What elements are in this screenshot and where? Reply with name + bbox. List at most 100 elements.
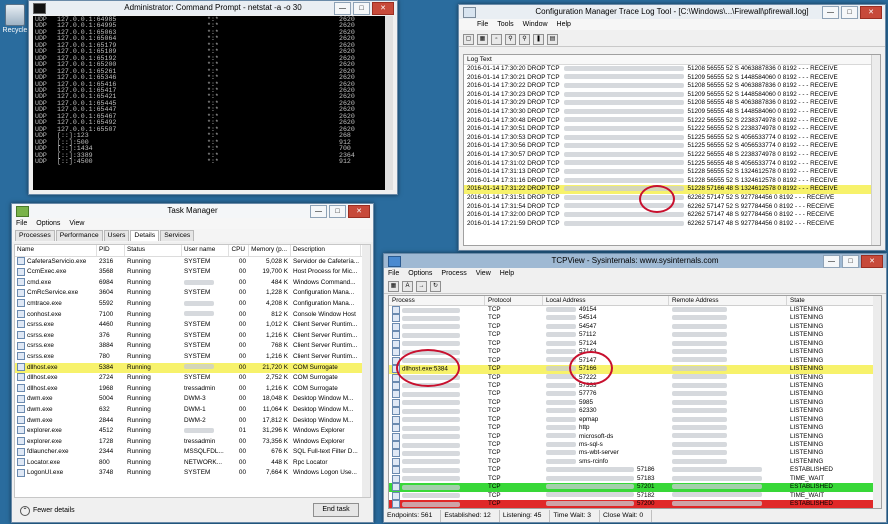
minimize-button[interactable]: — — [823, 255, 840, 268]
task-titlebar[interactable]: Task Manager — □ ✕ — [12, 204, 373, 218]
log-list[interactable]: Log Text 2016-01-14 17:30:20 DROP TCP 512… — [463, 54, 881, 246]
trace-titlebar[interactable]: Configuration Manager Trace Log Tool - [… — [459, 5, 885, 19]
endpoint-row[interactable]: TCP microsoft-ds LISTENING — [389, 432, 881, 441]
close-button[interactable]: ✕ — [860, 6, 882, 19]
menu-item-options[interactable]: Options — [36, 218, 60, 229]
find-next-icon[interactable]: ⚲ — [519, 34, 530, 45]
log-row[interactable]: 2016-01-14 17:30:22 DROP TCP 51208 56555 … — [464, 82, 880, 91]
process-row[interactable]: dllhost.exe 5384 Running 00 21,720 K COM Surr… — [15, 362, 370, 374]
copy-icon[interactable]: ▫ — [491, 34, 502, 45]
log-row[interactable]: 2016-01-14 17:30:20 DROP TCP 51208 56555 … — [464, 65, 880, 74]
column-header[interactable]: Process — [389, 296, 485, 305]
unconnected-icon[interactable]: → — [416, 280, 427, 292]
endpoint-row[interactable]: TCP 54547 LISTENING — [389, 322, 881, 331]
column-header[interactable]: CPU — [229, 245, 249, 256]
process-row[interactable]: csrss.exe 376 Running SYSTEM 00 1,216 K Client… — [15, 331, 370, 342]
menu-item-help[interactable]: Help — [500, 268, 514, 279]
column-header[interactable]: Local Address — [543, 296, 669, 305]
log-scrollbar[interactable] — [871, 55, 880, 245]
endpoint-row[interactable]: TCP 57186 ESTABLISHED — [389, 466, 881, 475]
endpoint-row[interactable]: TCP epmap LISTENING — [389, 415, 881, 424]
menu-item-view[interactable]: View — [476, 268, 491, 279]
process-row[interactable]: cmtrace.exe 5592 Running 00 4,208 K Configura… — [15, 299, 370, 310]
endpoint-row[interactable]: TCP 57182 TIME_WAIT — [389, 491, 881, 500]
tab-users[interactable]: Users — [103, 230, 130, 241]
endpoint-row[interactable]: TCP ms-wbt-server LISTENING — [389, 449, 881, 458]
cmd-titlebar[interactable]: Administrator: Command Prompt - netstat … — [29, 1, 397, 15]
tcp-titlebar[interactable]: TCPView - Sysinternals: www.sysinternals… — [384, 254, 886, 268]
maximize-button[interactable]: □ — [353, 2, 370, 15]
endpoint-row[interactable]: TCP 57333 LISTENING — [389, 381, 881, 390]
endpoint-row[interactable]: TCP 57776 LISTENING — [389, 390, 881, 399]
log-row[interactable]: 2016-01-14 17:30:53 DROP TCP 51225 56555 … — [464, 134, 880, 143]
process-row[interactable]: CcmExec.exe 3568 Running SYSTEM 00 19,700 K Ho… — [15, 267, 370, 278]
endpoint-row[interactable]: TCP 57200 ESTABLISHED — [389, 500, 881, 508]
process-table[interactable]: Name PID Status User name CPU Memory (p... Des… — [14, 244, 371, 498]
log-row[interactable]: 2016-01-14 17:31:13 DROP TCP 51228 56555 … — [464, 168, 880, 177]
process-row[interactable]: dllhost.exe 2724 Running SYSTEM 00 2,752 K COM… — [15, 373, 370, 384]
log-row[interactable]: 2016-01-14 17:31:16 DROP TCP 51228 56555 … — [464, 177, 880, 186]
close-button[interactable]: ✕ — [861, 255, 883, 268]
endpoint-row[interactable]: dllhost.exe:5384 TCP 57166 LISTENING — [389, 365, 881, 374]
column-header[interactable]: Status — [125, 245, 182, 256]
menu-item-file[interactable]: File — [388, 268, 399, 279]
endpoint-row[interactable]: TCP 57143 LISTENING — [389, 348, 881, 357]
column-header[interactable]: Remote Address — [669, 296, 787, 305]
log-text-header[interactable]: Log Text — [464, 55, 880, 65]
end-task-button[interactable]: End task — [313, 503, 359, 517]
menu-item-options[interactable]: Options — [408, 268, 432, 279]
endpoint-row[interactable]: TCP 49154 LISTENING — [389, 306, 881, 314]
console-output[interactable]: UDP 127.0.0.1:64985 *:* 2620 UDP 127.0.0.1:64… — [33, 16, 393, 190]
tcp-scrollbar[interactable] — [873, 296, 881, 508]
menu-item-window[interactable]: Window — [523, 19, 548, 30]
process-row[interactable]: dwm.exe 2844 Running DWM-2 00 17,812 K Desktop… — [15, 415, 370, 427]
print-icon[interactable]: ▦ — [477, 34, 488, 45]
endpoint-row[interactable]: TCP sms-rcinfo LISTENING — [389, 457, 881, 466]
process-row[interactable]: csrss.exe 4460 Running SYSTEM 00 1,012 K Clien… — [15, 320, 370, 331]
process-row[interactable]: dllhost.exe 1968 Running tressadmin 00 1,216 … — [15, 384, 370, 395]
log-row[interactable]: 2016-01-14 17:21:59 DROP TCP 62262 57147 … — [464, 220, 880, 229]
tab-performance[interactable]: Performance — [55, 230, 103, 241]
open-icon[interactable]: ▢ — [463, 34, 474, 45]
maximize-button[interactable]: □ — [842, 255, 859, 268]
pause-icon[interactable]: ❚ — [533, 34, 544, 45]
tab-processes[interactable]: Processes — [15, 230, 55, 241]
log-row[interactable]: 2016-01-14 17:30:56 DROP TCP 51225 56555 … — [464, 142, 880, 151]
tab-details[interactable]: Details — [130, 230, 160, 241]
endpoint-row[interactable]: TCP http LISTENING — [389, 424, 881, 433]
menu-item-tools[interactable]: Tools — [497, 19, 513, 30]
endpoint-row[interactable]: TCP 57112 LISTENING — [389, 331, 881, 340]
desktop-recycle-icon[interactable]: Recycle — [2, 4, 28, 34]
log-row[interactable]: 2016-01-14 17:30:29 DROP TCP 51208 56555 … — [464, 99, 880, 108]
menu-item-process[interactable]: Process — [441, 268, 466, 279]
log-row[interactable]: 2016-01-14 17:30:30 DROP TCP 51209 56555 … — [464, 108, 880, 117]
minimize-button[interactable]: — — [822, 6, 839, 19]
log-row[interactable]: 2016-01-14 17:30:48 DROP TCP 51222 56555 … — [464, 117, 880, 126]
process-scrollbar[interactable] — [362, 245, 370, 497]
process-row[interactable]: fdlauncher.exe 2344 Running MSSQLFDL... 00 67… — [15, 447, 370, 458]
process-row[interactable]: CafeteraServicio.exe 2316 Running SYSTEM 00 5… — [15, 256, 370, 268]
close-button[interactable]: ✕ — [372, 2, 394, 15]
column-header[interactable]: Description — [291, 245, 361, 256]
find-icon[interactable]: ⚲ — [505, 34, 516, 45]
process-row[interactable]: dwm.exe 5004 Running DWM-3 00 18,048 K Desktop… — [15, 394, 370, 405]
endpoint-row[interactable]: TCP 57147 LISTENING — [389, 356, 881, 365]
endpoint-row[interactable]: TCP 57222 LISTENING — [389, 373, 881, 382]
columns-icon[interactable]: ▤ — [547, 34, 558, 45]
tab-services[interactable]: Services — [160, 230, 195, 241]
endpoint-row[interactable]: TCP 57101 ESTABLISHED — [389, 509, 881, 510]
column-header[interactable]: PID — [97, 245, 125, 256]
column-header[interactable]: Name — [15, 245, 97, 256]
refresh-icon[interactable]: ↻ — [430, 280, 441, 292]
minimize-button[interactable]: — — [334, 2, 351, 15]
cmd-scrollbar[interactable] — [385, 16, 393, 190]
endpoint-row[interactable]: TCP 62330 LISTENING — [389, 407, 881, 416]
process-row[interactable]: explorer.exe 1728 Running tressadmin 00 73,35… — [15, 437, 370, 448]
resolve-addresses-icon[interactable]: A — [402, 280, 413, 292]
process-row[interactable]: csrss.exe 3884 Running SYSTEM 00 768 K Client … — [15, 341, 370, 352]
process-row[interactable]: Locator.exe 800 Running NETWORK... 00 448 K Rp… — [15, 458, 370, 469]
close-button[interactable]: ✕ — [348, 205, 370, 218]
endpoint-row[interactable]: TCP 54514 LISTENING — [389, 314, 881, 323]
endpoint-row[interactable]: TCP 5985 LISTENING — [389, 398, 881, 407]
process-row[interactable]: cmd.exe 6984 Running 00 484 K Windows Command… — [15, 278, 370, 289]
